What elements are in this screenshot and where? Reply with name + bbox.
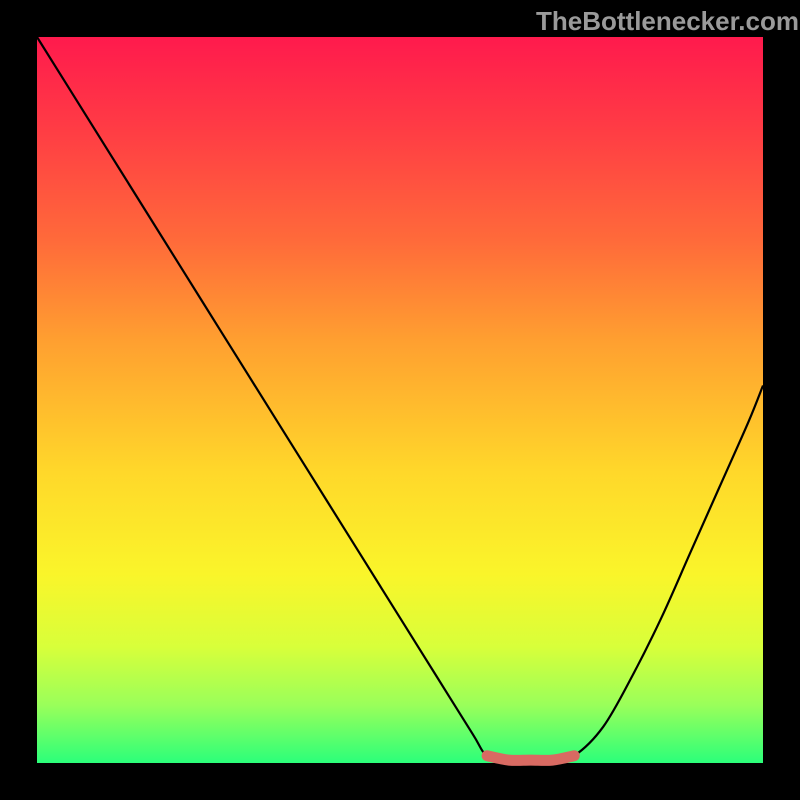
curve-layer	[0, 0, 800, 800]
bottleneck-curve	[37, 37, 763, 761]
watermark-text: TheBottlenecker.com	[536, 6, 799, 37]
optimal-band	[487, 756, 574, 761]
chart-frame: TheBottlenecker.com	[0, 0, 800, 800]
